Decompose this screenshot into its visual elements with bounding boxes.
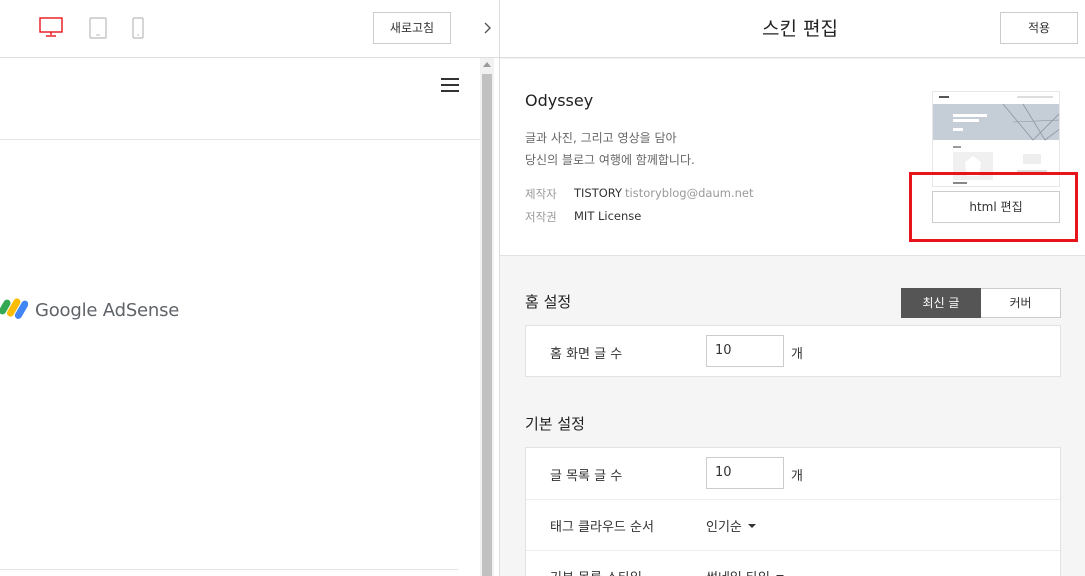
- post-list-count-input[interactable]: 10: [706, 457, 784, 489]
- desktop-icon[interactable]: [39, 17, 63, 37]
- adsense-text: Google AdSense: [35, 299, 180, 321]
- skin-description-line2: 당신의 블로그 여행에 함께합니다.: [525, 153, 695, 167]
- editor-header: 스킨 편집 적용: [500, 0, 1085, 58]
- adsense-logo-icon: [0, 298, 29, 322]
- refresh-button[interactable]: 새로고침: [373, 12, 451, 44]
- tag-cloud-order-dropdown[interactable]: 인기순: [706, 516, 756, 535]
- basic-settings-title: 기본 설정: [525, 415, 585, 433]
- preview-scrollbar[interactable]: [480, 58, 494, 576]
- skin-editor-app: 새로고침 Google AdSense 스킨 편집 적용 Odyssey 글과 …: [0, 0, 1085, 576]
- tag-cloud-order-label: 태그 클라우드 순서: [550, 520, 654, 535]
- list-style-label: 기본 목록 스타일: [550, 567, 642, 576]
- adsense-banner: Google AdSense: [0, 295, 179, 325]
- author-value: TISTORY: [574, 186, 623, 200]
- hamburger-menu-icon[interactable]: [441, 77, 459, 92]
- caret-down-icon: [747, 523, 756, 528]
- tablet-icon[interactable]: [89, 17, 107, 39]
- post-list-count-unit: 개: [791, 469, 803, 484]
- scroll-thumb[interactable]: [482, 74, 492, 576]
- author-label: 제작자: [525, 187, 557, 201]
- preview-divider: [0, 139, 480, 140]
- page-title: 스킨 편집: [762, 18, 838, 40]
- row-separator: [526, 550, 1060, 551]
- skin-editor-panel: 스킨 편집 적용 Odyssey 글과 사진, 그리고 영상을 담아 당신의 블…: [499, 0, 1085, 576]
- toggle-latest-posts[interactable]: 최신 글: [901, 288, 981, 318]
- home-settings-box: 홈 화면 글 수 10 개: [525, 325, 1061, 377]
- author-email: tistoryblog@daum.net: [625, 186, 754, 200]
- post-list-count-label: 글 목록 글 수: [550, 469, 623, 484]
- preview-pane: 새로고침 Google AdSense: [0, 0, 480, 576]
- skin-name: Odyssey: [525, 91, 594, 110]
- mobile-icon[interactable]: [132, 17, 144, 39]
- license-value: MIT License: [574, 209, 642, 223]
- home-settings-title: 홈 설정: [525, 293, 572, 311]
- preview-bottom-divider: [0, 569, 458, 570]
- home-post-count-unit: 개: [791, 347, 803, 362]
- collapse-panel-button[interactable]: [477, 0, 499, 58]
- blog-preview: Google AdSense: [0, 59, 480, 576]
- apply-button[interactable]: 적용: [1000, 12, 1078, 44]
- basic-settings-box: 글 목록 글 수 10 개 태그 클라우드 순서 인기순 기본 목록 스타일 썸…: [525, 447, 1061, 576]
- preview-toolbar: 새로고침: [0, 0, 480, 58]
- license-label: 저작권: [525, 210, 557, 224]
- toggle-cover[interactable]: 커버: [981, 288, 1061, 318]
- skin-info-card: Odyssey 글과 사진, 그리고 영상을 담아 당신의 블로그 여행에 함께…: [500, 59, 1085, 256]
- scroll-up-arrow-icon[interactable]: [483, 62, 491, 67]
- chevron-right-icon: [484, 19, 492, 38]
- list-style-value: 썸네일 타입: [706, 567, 770, 576]
- list-style-dropdown[interactable]: 썸네일 타입: [706, 567, 784, 576]
- home-mode-toggle: 최신 글 커버: [901, 288, 1061, 318]
- home-post-count-input[interactable]: 10: [706, 335, 784, 367]
- skin-description-line1: 글과 사진, 그리고 영상을 담아: [525, 131, 677, 145]
- html-edit-button[interactable]: html 편집: [932, 191, 1060, 223]
- skin-thumbnail: [932, 91, 1060, 187]
- tag-cloud-order-value: 인기순: [706, 520, 742, 535]
- home-post-count-label: 홈 화면 글 수: [550, 347, 623, 362]
- row-separator: [526, 499, 1060, 500]
